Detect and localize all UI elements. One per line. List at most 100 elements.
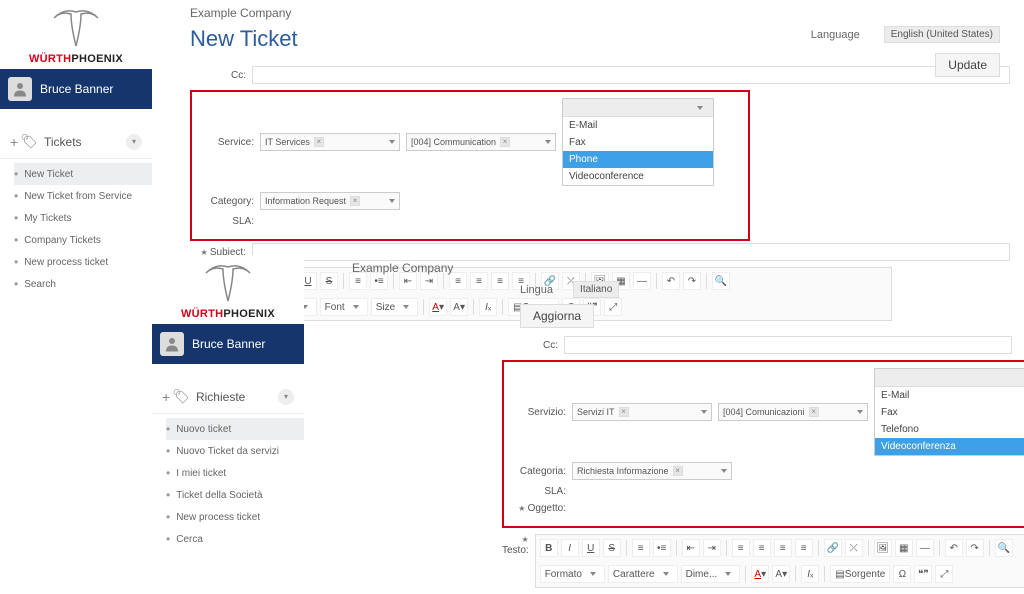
option-fax[interactable]: Fax <box>563 134 713 151</box>
update-button[interactable]: Update <box>935 53 1000 77</box>
add-tag-icon[interactable]: +🏷 <box>10 133 38 150</box>
align-justify-button[interactable]: ≡ <box>795 539 813 557</box>
brand-logo: WÜRTHPHOENIX <box>0 0 152 69</box>
option-fax[interactable]: Fax <box>875 404 1024 421</box>
table-button[interactable]: ▦ <box>895 539 913 557</box>
nav-item-new-from-service[interactable]: New Ticket from Service <box>14 185 152 207</box>
cc-input[interactable] <box>564 336 1012 354</box>
lang-select[interactable]: Italiano <box>573 281 619 298</box>
clear-icon[interactable]: × <box>500 137 510 147</box>
link-button[interactable]: 🔗 <box>824 539 842 557</box>
chevron-down-icon[interactable]: ▾ <box>278 389 294 405</box>
language-box: Language English (United States) Update <box>811 26 1000 77</box>
nav-item-cerca[interactable]: Cerca <box>166 528 304 550</box>
option-telefono[interactable]: Telefono <box>875 421 1024 438</box>
lang-select[interactable]: English (United States) <box>884 26 1000 43</box>
maximize-button[interactable]: ⤢ <box>935 565 953 583</box>
service-combo-1[interactable]: Servizi IT× <box>572 403 712 421</box>
category-combo[interactable]: Information Request× <box>260 192 400 210</box>
user-bar: Bruce Banner <box>152 324 304 364</box>
align-center-button[interactable]: ≡ <box>753 539 771 557</box>
image-button[interactable]: 🖼 <box>874 539 892 557</box>
strike-button[interactable]: S <box>603 539 621 557</box>
nav-header[interactable]: +🏷 Richieste ▾ <box>152 380 304 414</box>
clear-icon[interactable]: × <box>314 137 324 147</box>
option-phone[interactable]: Phone <box>563 151 713 168</box>
option-email[interactable]: E-Mail <box>875 387 1024 404</box>
text-label: Testo: <box>502 534 535 556</box>
numlist-button[interactable]: ≡ <box>632 539 650 557</box>
option-videoconferenza[interactable]: Videoconferenza <box>875 438 1024 455</box>
nav-item-new-ticket[interactable]: New Ticket <box>14 163 152 185</box>
dropdown-input[interactable] <box>563 99 713 117</box>
textcolor-button[interactable]: A▾ <box>751 565 769 583</box>
chevron-down-icon[interactable]: ▾ <box>126 134 142 150</box>
nav-item-miei-ticket[interactable]: I miei ticket <box>166 462 304 484</box>
nav-item-new-process[interactable]: New process ticket <box>14 251 152 273</box>
quote-button[interactable]: ❝❞ <box>914 565 932 583</box>
palm-icon <box>198 261 258 306</box>
cc-label: Cc: <box>502 340 564 351</box>
source-button[interactable]: ▤ Sorgente <box>830 565 890 583</box>
nav-item-new-process[interactable]: New process ticket <box>166 506 304 528</box>
bold-button[interactable]: B <box>540 539 558 557</box>
breadcrumb: Example Company <box>190 6 1010 20</box>
add-tag-icon[interactable]: +🏷 <box>162 388 190 405</box>
nav-list: New Ticket New Ticket from Service My Ti… <box>0 159 152 299</box>
category-label: Categoria: <box>510 466 572 477</box>
unlink-button[interactable]: ⤫ <box>845 539 863 557</box>
format-select[interactable]: Formato <box>540 565 605 583</box>
nav-item-search[interactable]: Search <box>14 273 152 295</box>
size-select[interactable]: Dime... <box>681 565 741 583</box>
subject-input[interactable] <box>252 243 1010 261</box>
brand-wordmark: WÜRTHPHOENIX <box>29 53 123 65</box>
service-combo-2[interactable]: [004] Communication× <box>406 133 556 151</box>
nav-item-nuovo-ticket[interactable]: Nuovo ticket <box>166 418 304 440</box>
align-left-button[interactable]: ≡ <box>732 539 750 557</box>
option-videoconference[interactable]: Videoconference <box>563 168 713 185</box>
category-combo[interactable]: Richiesta Informazione× <box>572 462 732 480</box>
strike-button[interactable]: S <box>320 272 338 290</box>
clear-icon[interactable]: × <box>673 466 683 476</box>
avatar[interactable] <box>8 77 32 101</box>
removeformat-button[interactable]: Iₓ <box>801 565 819 583</box>
clear-icon[interactable]: × <box>619 407 629 417</box>
chevron-down-icon <box>701 410 707 414</box>
nav-item-company-tickets[interactable]: Company Tickets <box>14 229 152 251</box>
editor-toolbar: B I U S ≡ •≡ ⇤ ⇥ ≡ ≡ ≡ ≡ 🔗 <box>535 534 1024 588</box>
category-label: Category: <box>198 196 260 207</box>
bullist-button[interactable]: •≡ <box>653 539 671 557</box>
dropdown-input[interactable] <box>875 369 1024 387</box>
nav-title: Tickets <box>44 135 120 149</box>
update-button[interactable]: Aggiorna <box>520 304 594 328</box>
omega-button[interactable]: Ω <box>893 565 911 583</box>
align-right-button[interactable]: ≡ <box>774 539 792 557</box>
undo-button[interactable]: ↶ <box>945 539 963 557</box>
brand-logo: WÜRTHPHOENIX <box>152 255 304 324</box>
clear-icon[interactable]: × <box>350 196 360 206</box>
outdent-button[interactable]: ⇤ <box>682 539 700 557</box>
nav-header[interactable]: +🏷 Tickets ▾ <box>0 125 152 159</box>
palm-icon <box>46 6 106 51</box>
service-combo-2[interactable]: [004] Comunicazioni× <box>718 403 868 421</box>
brand-wordmark: WÜRTHPHOENIX <box>181 308 275 320</box>
option-email[interactable]: E-Mail <box>563 117 713 134</box>
italic-button[interactable]: I <box>561 539 579 557</box>
chevron-down-icon <box>389 140 395 144</box>
hr-button[interactable]: — <box>916 539 934 557</box>
avatar[interactable] <box>160 332 184 356</box>
font-select[interactable]: Carattere <box>608 565 678 583</box>
bgcolor-button[interactable]: A▾ <box>772 565 790 583</box>
nav-item-ticket-societa[interactable]: Ticket della Società <box>166 484 304 506</box>
nav-item-my-tickets[interactable]: My Tickets <box>14 207 152 229</box>
nav-item-nuovo-da-servizi[interactable]: Nuovo Ticket da servizi <box>166 440 304 462</box>
nav-list: Nuovo ticket Nuovo Ticket da servizi I m… <box>152 414 304 554</box>
service-combo-1[interactable]: IT Services× <box>260 133 400 151</box>
sidebar-it: WÜRTHPHOENIX Bruce Banner +🏷 Richieste ▾… <box>152 255 304 554</box>
sidebar-en: WÜRTHPHOENIX Bruce Banner +🏷 Tickets ▾ N… <box>0 0 152 299</box>
underline-button[interactable]: U <box>582 539 600 557</box>
clear-icon[interactable]: × <box>809 407 819 417</box>
indent-button[interactable]: ⇥ <box>703 539 721 557</box>
redo-button[interactable]: ↷ <box>966 539 984 557</box>
find-button[interactable]: 🔍 <box>995 539 1013 557</box>
